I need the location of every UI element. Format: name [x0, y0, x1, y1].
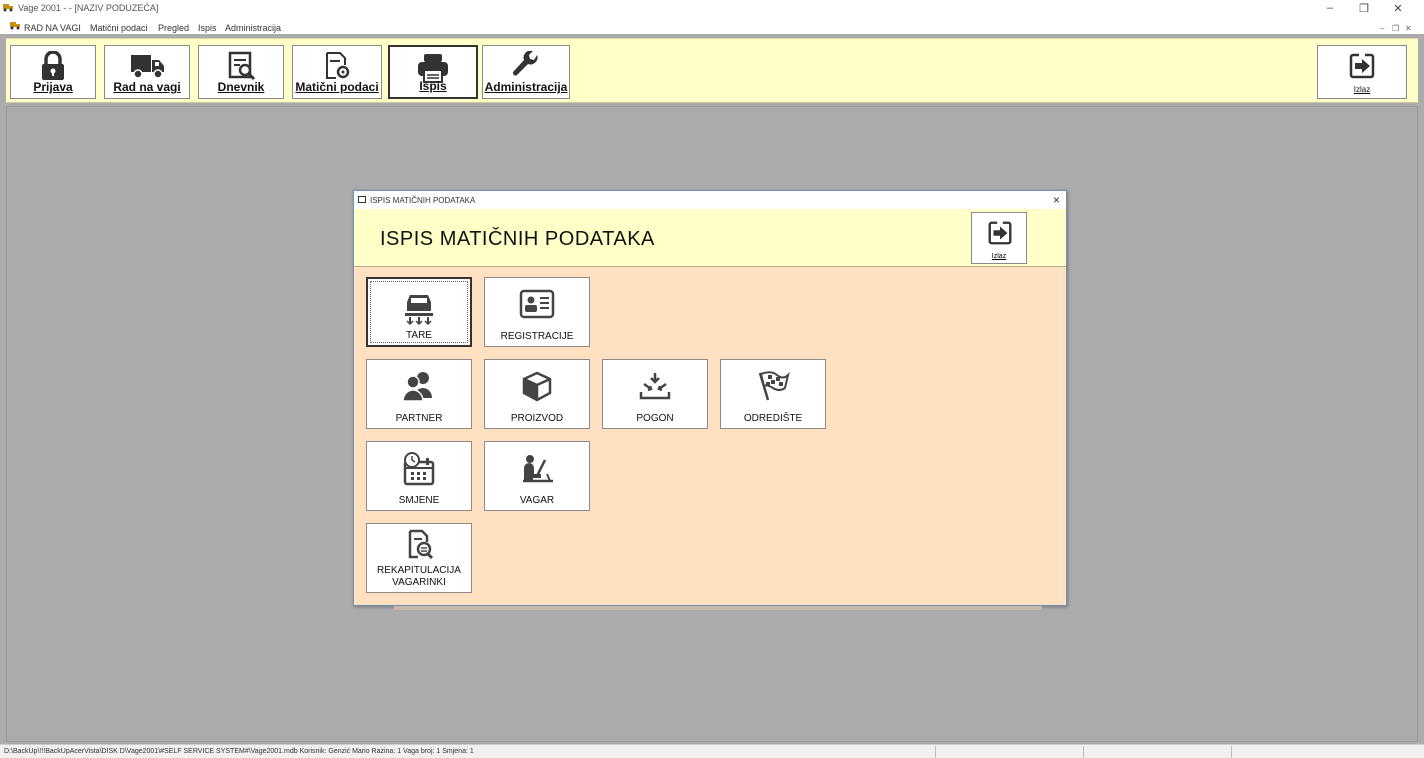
checkered-flag-icon	[758, 371, 790, 401]
wrench-icon	[513, 51, 538, 76]
id-card-icon	[519, 289, 555, 319]
ispis-maticnih-podataka-dialog: ISPIS MATIČNIH PODATAKA × ISPIS MATIČNIH…	[353, 190, 1067, 610]
dialog-izlaz-button[interactable]: Izlaz	[971, 212, 1027, 264]
menu-bar: RAD NA VAGI Matični podaci Pregled Ispis…	[0, 16, 1424, 34]
odrediste-label: ODREDIŠTE	[743, 413, 803, 424]
dialog-header: ISPIS MATIČNIH PODATAKA Izlaz	[354, 209, 1066, 267]
rekapitulacija-vagarinki-button[interactable]: REKAPITULACIJA VAGARINKI	[366, 523, 472, 593]
menu-maticni-podaci[interactable]: Matični podaci	[90, 23, 148, 33]
inbox-collect-icon	[639, 373, 671, 400]
status-panel	[1083, 746, 1231, 758]
dialog-header-title: ISPIS MATIČNIH PODATAKA	[380, 228, 655, 250]
vagarinki-label: VAGARINKI	[392, 577, 446, 588]
minimize-icon[interactable]: –	[1320, 2, 1340, 14]
menu-rad-na-vagi[interactable]: RAD NA VAGI	[24, 23, 81, 33]
exit-icon	[1349, 53, 1375, 79]
proizvod-label: PROIZVOD	[510, 413, 564, 424]
mdi-close-icon[interactable]: ✕	[1405, 24, 1412, 33]
mdi-minimize-icon[interactable]: –	[1380, 24, 1384, 33]
truck-icon	[131, 55, 164, 79]
lock-icon	[42, 51, 64, 80]
horizontal-scrollbar[interactable]	[394, 606, 1042, 610]
truck-app-icon	[3, 4, 13, 12]
menu-pregled[interactable]: Pregled	[158, 23, 189, 33]
window-title: Vage 2001 - - [NAZIV PODUZEĆA]	[18, 3, 159, 13]
calendar-clock-icon	[403, 452, 435, 486]
document-settings-icon	[326, 52, 350, 79]
smjene-button[interactable]: SMJENE	[366, 441, 472, 511]
menu-ispis[interactable]: Ispis	[198, 23, 217, 33]
tare-button[interactable]: TARE	[366, 277, 472, 347]
registracije-button[interactable]: REGISTRACIJE	[484, 277, 590, 347]
dialog-title-bar: ISPIS MATIČNIH PODATAKA ×	[354, 191, 1066, 209]
tare-label: TARE	[406, 330, 432, 341]
prijava-label: Prijava	[33, 80, 73, 94]
menu-administracija[interactable]: Administracija	[225, 23, 281, 33]
ispis-button[interactable]: Ispis	[388, 45, 478, 99]
operator-desk-icon	[523, 455, 553, 483]
maticni-podaci-label: Matični podaci	[295, 80, 379, 94]
dnevnik-label: Dnevnik	[217, 80, 265, 94]
dialog-izlaz-label: Izlaz	[991, 253, 1007, 260]
vagar-button[interactable]: VAGAR	[484, 441, 590, 511]
status-panel	[935, 746, 1083, 758]
prijava-button[interactable]: Prijava	[10, 45, 96, 99]
car-scale-icon	[405, 295, 433, 325]
window-icon	[358, 196, 366, 203]
dnevnik-button[interactable]: Dnevnik	[198, 45, 284, 99]
users-icon	[402, 372, 432, 402]
ispis-label: Ispis	[419, 79, 447, 93]
title-bar: Vage 2001 - - [NAZIV PODUZEĆA] – ❐ ✕	[0, 0, 1424, 16]
box-icon	[522, 371, 552, 402]
maticni-podaci-button[interactable]: Matični podaci	[292, 45, 382, 99]
status-panel	[1231, 746, 1401, 758]
dialog-close-icon[interactable]: ×	[1053, 193, 1060, 207]
proizvod-button[interactable]: PROIZVOD	[484, 359, 590, 429]
partner-button[interactable]: PARTNER	[366, 359, 472, 429]
administracija-button[interactable]: Administracija	[482, 45, 570, 99]
izlaz-label: Izlaz	[1353, 85, 1371, 94]
administracija-label: Administracija	[484, 80, 568, 94]
restore-icon[interactable]: ❐	[1354, 2, 1374, 15]
report-search-icon	[408, 529, 434, 560]
izlaz-button[interactable]: Izlaz	[1317, 45, 1407, 99]
rad-na-vagi-label: Rad na vagi	[113, 80, 181, 94]
rekapitulacija-label: REKAPITULACIJA	[377, 565, 461, 576]
partner-label: PARTNER	[395, 413, 443, 424]
registracije-label: REGISTRACIJE	[500, 331, 574, 342]
smjene-label: SMJENE	[398, 495, 440, 506]
status-bar: D:\BackUp\!!!BackUpAcerVista\DISK D\Vage…	[0, 744, 1424, 758]
status-text: D:\BackUp\!!!BackUpAcerVista\DISK D\Vage…	[4, 748, 474, 755]
log-search-icon	[228, 51, 256, 81]
pogon-label: POGON	[636, 413, 674, 424]
odrediste-button[interactable]: ODREDIŠTE	[720, 359, 826, 429]
dialog-window-title: ISPIS MATIČNIH PODATAKA	[370, 196, 476, 205]
pogon-button[interactable]: POGON	[602, 359, 708, 429]
main-toolbar: Prijava Rad na vagi Dnevnik Matični poda…	[6, 38, 1418, 103]
vagar-label: VAGAR	[519, 495, 555, 506]
exit-icon	[988, 221, 1012, 245]
mdi-restore-icon[interactable]: ❐	[1392, 24, 1399, 33]
truck-menu-icon	[10, 22, 20, 30]
rad-na-vagi-button[interactable]: Rad na vagi	[104, 45, 190, 99]
close-icon[interactable]: ✕	[1388, 2, 1408, 15]
